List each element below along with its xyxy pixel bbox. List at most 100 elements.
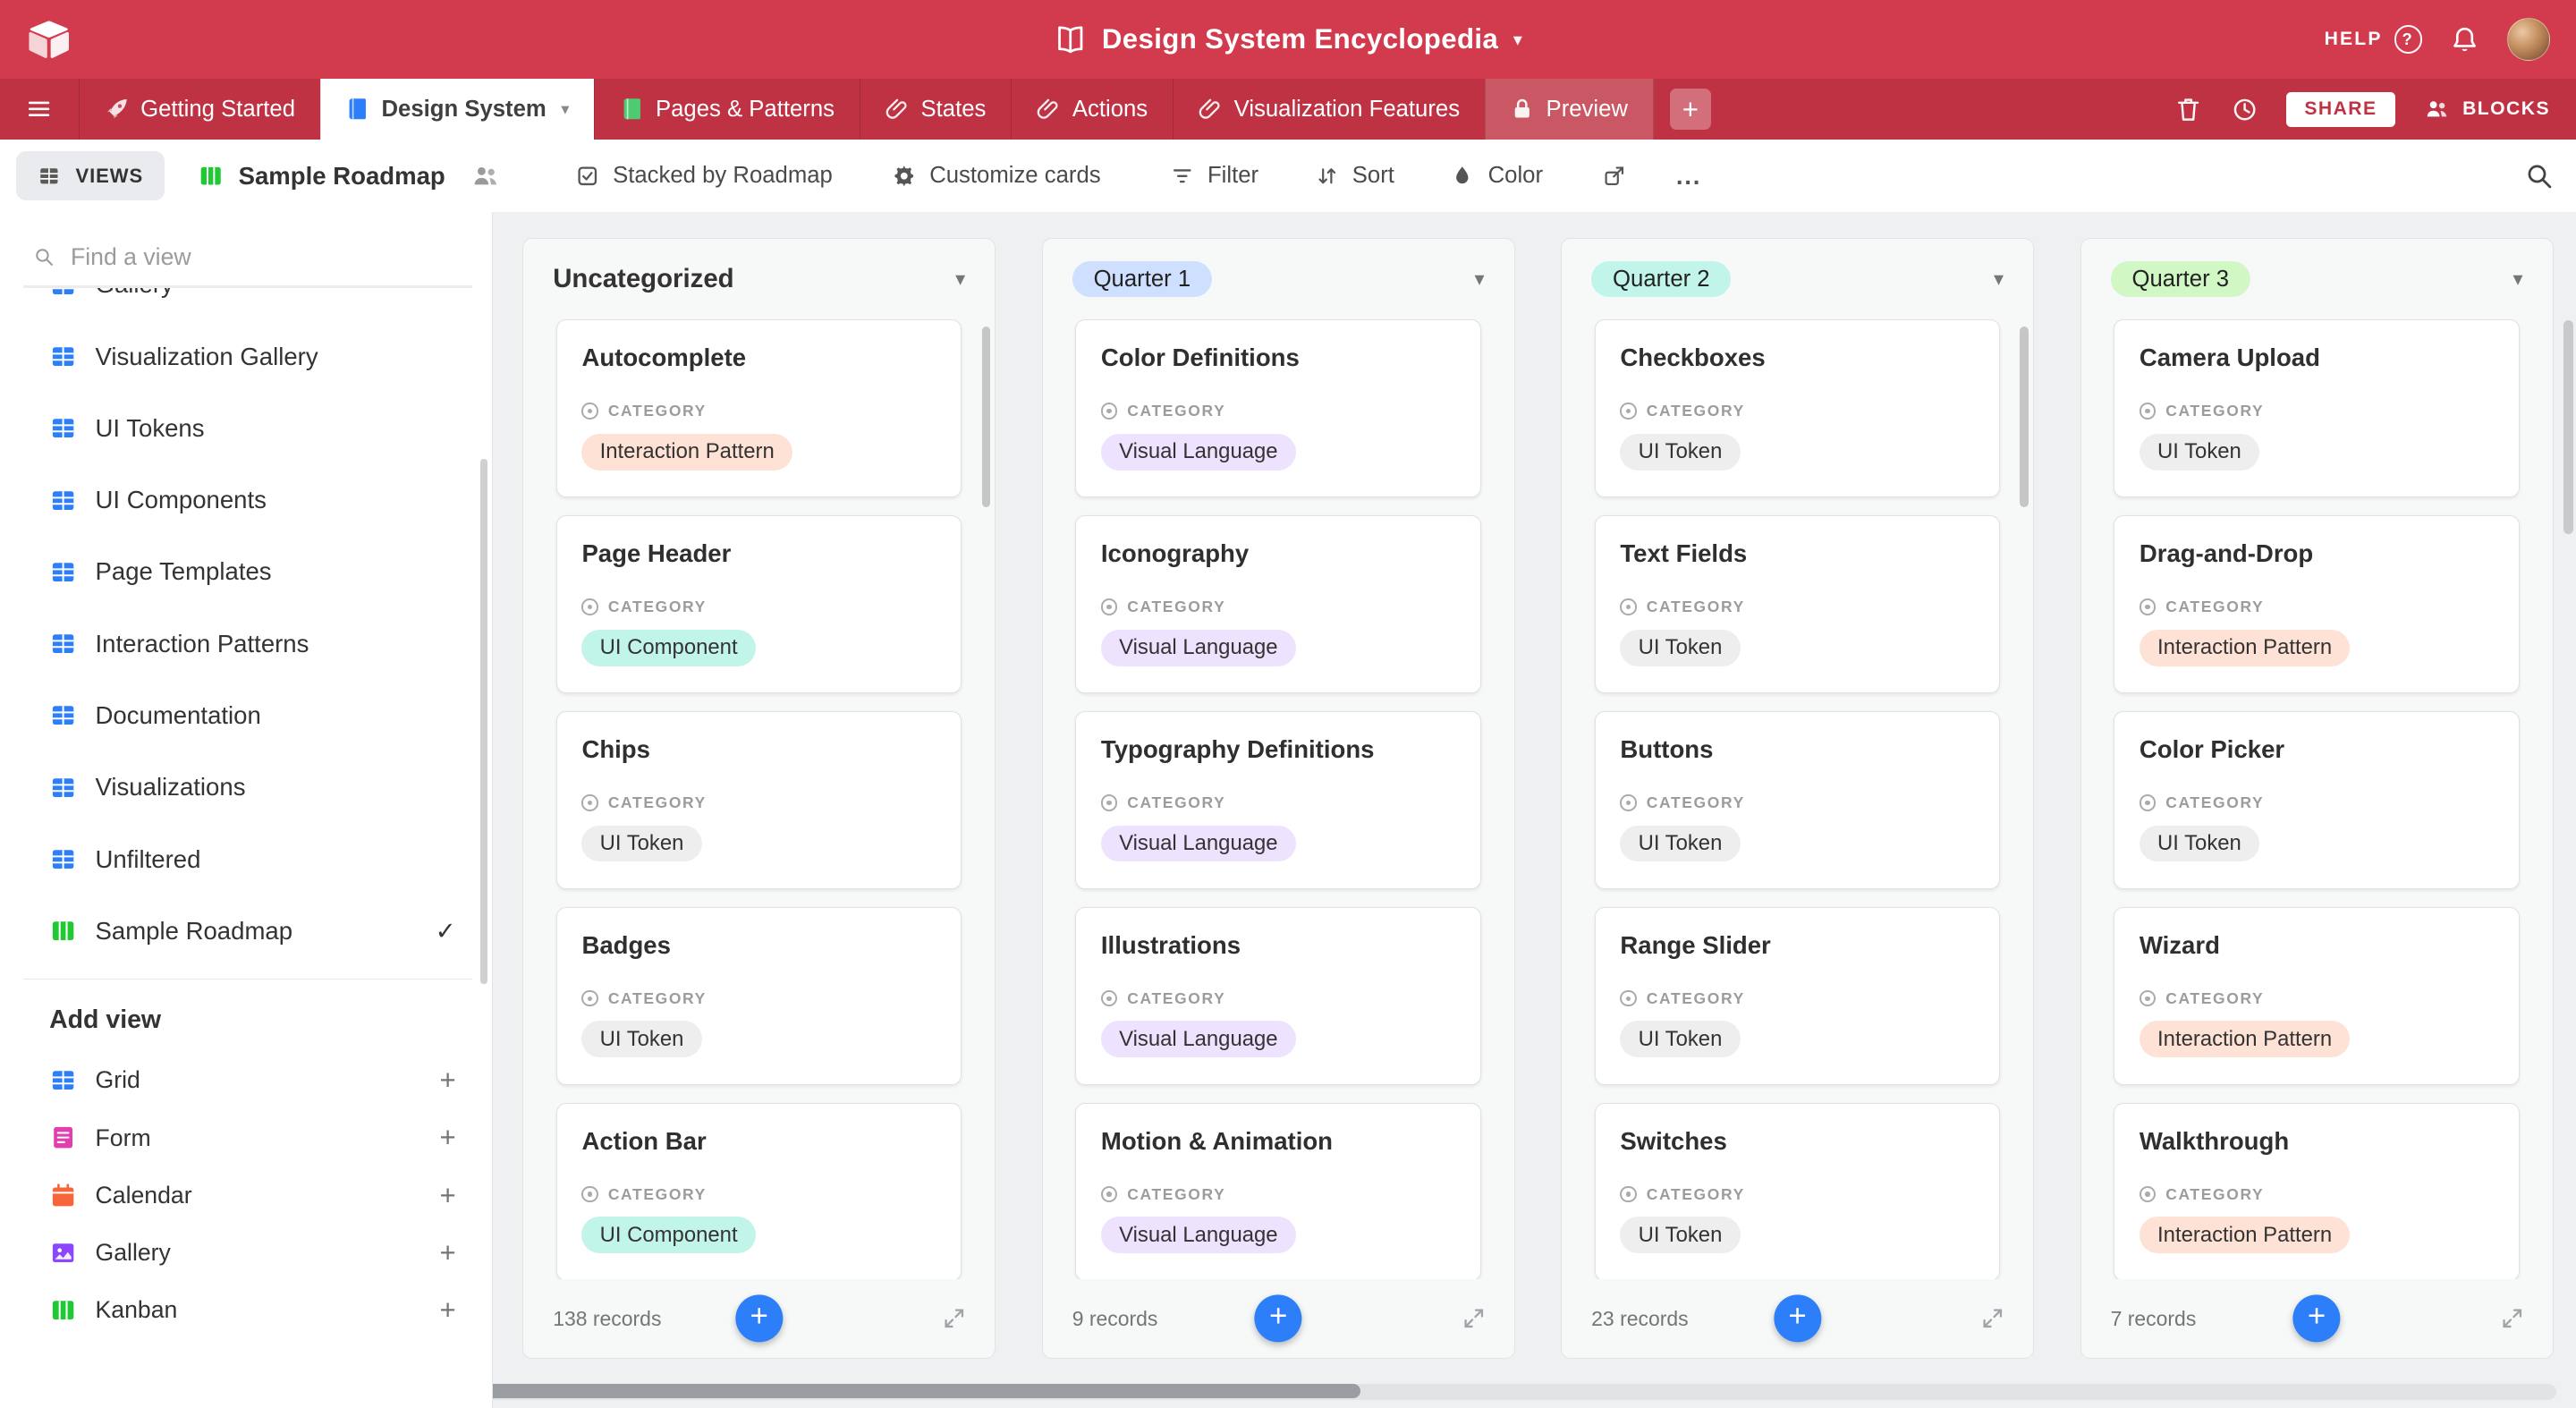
plus-icon[interactable]: + [439, 1239, 455, 1267]
add-record-button[interactable]: + [735, 1294, 784, 1343]
card-title: Iconography [1100, 539, 1250, 567]
collaborators-icon[interactable] [465, 162, 506, 190]
plus-icon[interactable]: + [439, 1124, 455, 1151]
sidebar-view-ui-components[interactable]: UI Components ✓ [0, 464, 492, 536]
card-motion-animation[interactable]: Motion & Animation CATEGORY Visual Langu… [1075, 1102, 1481, 1279]
find-a-view-input[interactable] [70, 242, 463, 271]
tab-actions[interactable]: Actions ▾ [1010, 79, 1173, 140]
stacked-by-button[interactable]: Stacked by Roadmap [575, 163, 833, 189]
help-button[interactable]: HELP ? [2325, 25, 2422, 54]
expand-icon[interactable] [1980, 1306, 2005, 1331]
card-action-bar[interactable]: Action Bar CATEGORY UI Component [555, 1102, 962, 1279]
add-view-form[interactable]: Form + [0, 1109, 492, 1166]
category-field-row: CATEGORY [2139, 598, 2494, 616]
sidebar-scrollbar[interactable] [480, 458, 487, 985]
color-button[interactable]: Color [1450, 163, 1543, 189]
column-scrollbar-thumb[interactable] [981, 326, 990, 507]
tab-visualization-features[interactable]: Visualization Features ▾ [1172, 79, 1485, 140]
history-icon[interactable] [2231, 96, 2258, 123]
chevron-down-icon[interactable]: ▾ [955, 267, 965, 291]
plus-icon[interactable]: + [439, 1066, 455, 1094]
expand-icon[interactable] [942, 1306, 967, 1331]
more-options-button[interactable]: ... [1676, 162, 1701, 191]
add-view-calendar[interactable]: Calendar + [0, 1166, 492, 1224]
share-button[interactable]: SHARE [2286, 91, 2395, 127]
card-color-definitions[interactable]: Color Definitions CATEGORY Visual Langua… [1075, 319, 1481, 498]
chevron-down-icon[interactable]: ▾ [1994, 267, 2004, 291]
sort-button[interactable]: Sort [1315, 163, 1394, 189]
category-chip: UI Token [2139, 433, 2260, 471]
search-icon[interactable] [2524, 161, 2554, 191]
card-wizard[interactable]: Wizard CATEGORY Interaction Pattern [2114, 907, 2520, 1085]
sidebar-view-page-templates[interactable]: Page Templates ✓ [0, 536, 492, 607]
tab-preview[interactable]: Preview ▾ [1484, 79, 1654, 140]
add-view-grid[interactable]: Grid + [0, 1052, 492, 1109]
view-type-icon [49, 414, 77, 442]
column-header[interactable]: Quarter 2 ▾ [1562, 239, 2033, 319]
add-table-button[interactable]: + [1669, 89, 1711, 131]
base-title-menu[interactable]: Design System Encyclopedia ▾ [1055, 23, 1522, 56]
sidebar-view-visualizations[interactable]: Visualizations ✓ [0, 751, 492, 823]
sidebar-view-documentation[interactable]: Documentation ✓ [0, 680, 492, 751]
column-scrollbar-thumb[interactable] [2020, 326, 2029, 507]
card-iconography[interactable]: Iconography CATEGORY Visual Language [1075, 515, 1481, 693]
card-illustrations[interactable]: Illustrations CATEGORY Visual Language [1075, 907, 1481, 1085]
sidebar-view-sample-roadmap[interactable]: Sample Roadmap ✓ [0, 895, 492, 967]
category-field-label: CATEGORY [1127, 402, 1226, 420]
view-type-icon [49, 487, 77, 514]
category-chip: UI Token [2139, 825, 2260, 862]
views-button[interactable]: VIEWS [16, 150, 165, 201]
hamburger-menu-icon[interactable] [0, 79, 79, 140]
card-color-picker[interactable]: Color Picker CATEGORY UI Token [2114, 711, 2520, 889]
current-view-name[interactable]: Sample Roadmap [198, 162, 445, 191]
tab-label: Design System [381, 96, 547, 122]
chevron-down-icon[interactable]: ▾ [1475, 267, 1485, 291]
card-badges[interactable]: Badges CATEGORY UI Token [555, 907, 962, 1085]
notifications-bell-icon[interactable] [2450, 25, 2479, 55]
expand-icon[interactable] [1462, 1306, 1487, 1331]
tab-states[interactable]: States ▾ [859, 79, 1011, 140]
category-field-label: CATEGORY [607, 793, 707, 811]
card-autocomplete[interactable]: Autocomplete CATEGORY Interaction Patter… [555, 319, 962, 498]
sidebar-view-interaction-patterns[interactable]: Interaction Patterns ✓ [0, 608, 492, 680]
column-header[interactable]: Quarter 1 ▾ [1043, 239, 1514, 319]
card-typography-definitions[interactable]: Typography Definitions CATEGORY Visual L… [1075, 711, 1481, 889]
column-header[interactable]: Quarter 3 ▾ [2081, 239, 2553, 319]
airtable-logo-icon[interactable] [26, 16, 72, 62]
sidebar-view-gallery[interactable]: Gallery ✓ [0, 288, 492, 320]
tab-pages-patterns[interactable]: Pages & Patterns ▾ [594, 79, 860, 140]
card-range-slider[interactable]: Range Slider CATEGORY UI Token [1594, 907, 2001, 1085]
plus-icon[interactable]: + [439, 1296, 455, 1324]
user-avatar[interactable] [2507, 18, 2551, 61]
card-title: Walkthrough [2139, 1126, 2290, 1155]
plus-icon[interactable]: + [439, 1182, 455, 1209]
blocks-button[interactable]: BLOCKS [2423, 97, 2550, 122]
filter-button[interactable]: Filter [1170, 163, 1258, 189]
tab-getting-started[interactable]: Getting Started ▾ [79, 79, 319, 140]
share-view-button[interactable] [1602, 164, 1627, 189]
customize-cards-button[interactable]: Customize cards [892, 163, 1101, 189]
add-record-button[interactable]: + [1773, 1294, 1822, 1343]
vertical-scrollbar-thumb[interactable] [2563, 320, 2573, 534]
chevron-down-icon[interactable]: ▾ [2512, 267, 2522, 291]
add-view-kanban[interactable]: Kanban + [0, 1282, 492, 1339]
sidebar-view-ui-tokens[interactable]: UI Tokens ✓ [0, 393, 492, 464]
tab-design-system[interactable]: Design System ▾ [319, 79, 595, 140]
sidebar-view-unfiltered[interactable]: Unfiltered ✓ [0, 823, 492, 895]
add-record-button[interactable]: + [2292, 1294, 2341, 1343]
card-buttons[interactable]: Buttons CATEGORY UI Token [1594, 711, 2001, 889]
card-walkthrough[interactable]: Walkthrough CATEGORY Interaction Pattern [2114, 1102, 2520, 1279]
card-text-fields[interactable]: Text Fields CATEGORY UI Token [1594, 515, 2001, 693]
card-drag-and-drop[interactable]: Drag-and-Drop CATEGORY Interaction Patte… [2114, 515, 2520, 693]
expand-icon[interactable] [2500, 1306, 2525, 1331]
sidebar-view-visualization-gallery[interactable]: Visualization Gallery ✓ [0, 321, 492, 393]
card-switches[interactable]: Switches CATEGORY UI Token [1594, 1102, 2001, 1279]
card-chips[interactable]: Chips CATEGORY UI Token [555, 711, 962, 889]
column-header[interactable]: Uncategorized ▾ [523, 239, 995, 319]
trash-icon[interactable] [2174, 96, 2202, 123]
card-page-header[interactable]: Page Header CATEGORY UI Component [555, 515, 962, 693]
add-record-button[interactable]: + [1254, 1294, 1302, 1343]
add-view-gallery[interactable]: Gallery + [0, 1224, 492, 1281]
card-checkboxes[interactable]: Checkboxes CATEGORY UI Token [1594, 319, 2001, 498]
card-camera-upload[interactable]: Camera Upload CATEGORY UI Token [2114, 319, 2520, 498]
